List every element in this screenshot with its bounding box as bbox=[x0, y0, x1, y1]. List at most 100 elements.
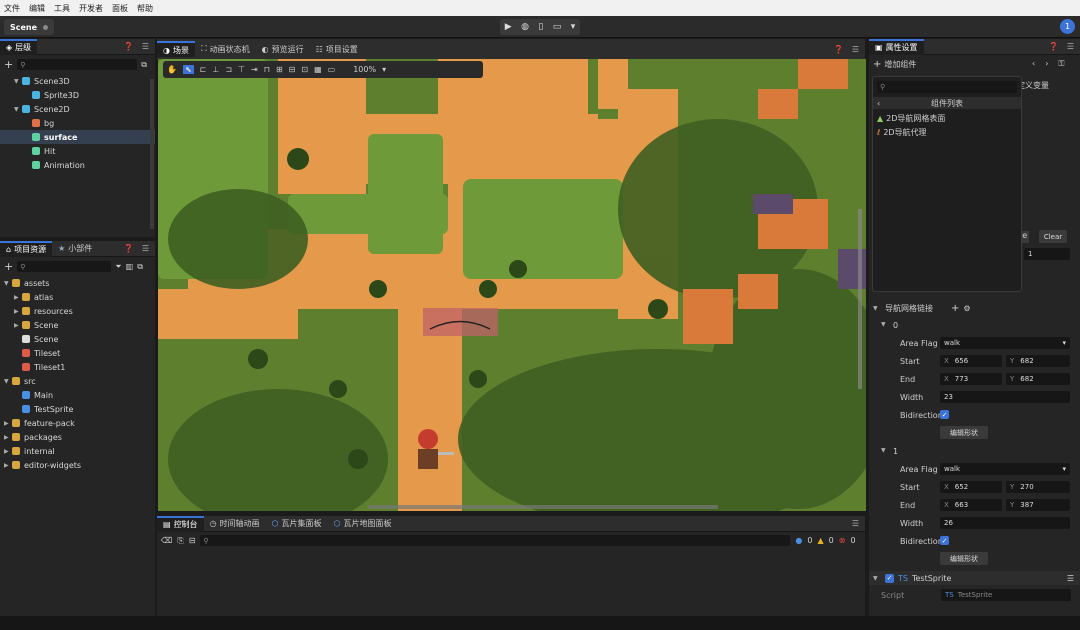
tab-animator[interactable]: ⛶ 动画状态机 bbox=[195, 41, 256, 57]
expand-arrow-icon[interactable]: ▶ bbox=[4, 420, 12, 427]
expand-arrow-icon[interactable]: ▼ bbox=[4, 378, 12, 385]
tab-widgets[interactable]: ★ 小部件 bbox=[52, 241, 98, 257]
tree-item[interactable]: Main bbox=[0, 388, 155, 402]
tree-item[interactable]: Tileset bbox=[0, 346, 155, 360]
phone-icon[interactable]: ▯ bbox=[538, 22, 543, 32]
start-y-field[interactable]: Y 270 bbox=[1006, 481, 1070, 493]
script-field[interactable]: TS TestSprite bbox=[941, 589, 1071, 601]
expand-arrow-icon[interactable]: ▶ bbox=[4, 462, 12, 469]
align-bottom-icon[interactable]: ⊓ bbox=[264, 65, 270, 74]
grid-icon[interactable]: ▦ bbox=[314, 65, 322, 74]
tab-hierarchy[interactable]: ◈ 层级 bbox=[0, 38, 38, 55]
back-icon[interactable]: ‹ bbox=[1032, 59, 1035, 69]
clear-icon[interactable]: ⌫ bbox=[161, 536, 172, 545]
distribute-v-icon[interactable]: ⊟ bbox=[289, 65, 296, 74]
viewport-scrollbar-h[interactable] bbox=[368, 505, 718, 509]
width-field[interactable]: 26 bbox=[940, 517, 1070, 529]
tab-project-assets[interactable]: ⌂ 项目资源 bbox=[0, 240, 53, 257]
expand-arrow-icon[interactable]: ▶ bbox=[14, 322, 22, 329]
tree-item[interactable]: ▶ atlas bbox=[0, 290, 155, 304]
notification-badge[interactable]: 1 bbox=[1060, 19, 1075, 34]
menu-item[interactable]: 编辑 bbox=[29, 3, 45, 14]
add-icon[interactable]: + bbox=[951, 303, 959, 314]
globe-icon[interactable]: ◍ bbox=[521, 22, 529, 32]
hierarchy-search[interactable]: ⚲ bbox=[17, 59, 138, 70]
tree-item[interactable]: surface bbox=[0, 130, 155, 144]
tab-preview[interactable]: ◐ 预览运行 bbox=[256, 41, 310, 57]
tab-scene[interactable]: ◑ 场景 bbox=[157, 41, 195, 57]
play-icon[interactable]: ▶ bbox=[505, 22, 512, 32]
tree-item[interactable]: ▶ internal bbox=[0, 444, 155, 458]
link-index-header[interactable]: ▼ 1 bbox=[881, 447, 898, 456]
add-icon[interactable]: + bbox=[4, 58, 13, 71]
console-search[interactable]: ⚲ bbox=[200, 535, 791, 546]
tree-item[interactable]: ▼ Scene2D bbox=[0, 102, 155, 116]
assets-search[interactable]: ⚲ bbox=[17, 261, 112, 272]
error-icon[interactable]: ⊗ bbox=[839, 536, 846, 545]
start-x-field[interactable]: X 652 bbox=[940, 481, 1002, 493]
lock-icon[interactable]: ⚿ bbox=[1058, 59, 1064, 69]
game-map[interactable] bbox=[158, 59, 866, 511]
tab-project-settings[interactable]: ☷ 项目设置 bbox=[310, 41, 364, 57]
menu-icon[interactable]: ☰ bbox=[852, 519, 859, 528]
end-y-field[interactable]: Y 387 bbox=[1006, 499, 1070, 511]
expand-arrow-icon[interactable]: ▶ bbox=[14, 308, 22, 315]
tree-item[interactable]: ▶ editor-widgets bbox=[0, 458, 155, 472]
clear-button[interactable]: Clear bbox=[1039, 230, 1067, 243]
help-icon[interactable]: ❓ bbox=[124, 42, 134, 51]
align-right-icon[interactable]: ⊐ bbox=[225, 65, 232, 74]
help-icon[interactable]: ❓ bbox=[1049, 42, 1059, 51]
tree-item[interactable]: Animation bbox=[0, 158, 155, 172]
menu-icon[interactable]: ☰ bbox=[142, 244, 149, 253]
select-tool-icon[interactable]: ⬉ bbox=[182, 65, 194, 74]
expand-arrow-icon[interactable]: ▶ bbox=[4, 448, 12, 455]
tree-item[interactable]: ▶ resources bbox=[0, 304, 155, 318]
chevron-down-icon[interactable]: ▾ bbox=[571, 22, 576, 32]
tab-timeline[interactable]: ◷ 时间轴动画 bbox=[204, 516, 266, 532]
value-field[interactable]: 1 bbox=[1024, 248, 1070, 260]
align-center-icon[interactable]: ⊥ bbox=[212, 65, 219, 74]
tab-inspector[interactable]: ▣ 属性设置 bbox=[869, 39, 924, 55]
edit-shape-button[interactable]: 编辑形状 bbox=[940, 426, 988, 439]
expand-arrow-icon[interactable]: ▶ bbox=[14, 294, 22, 301]
menu-icon[interactable]: ☰ bbox=[852, 45, 859, 54]
gear-icon[interactable]: ⚙ bbox=[963, 304, 970, 313]
popup-item-navmesh[interactable]: ▲ 2D导航网格表面 bbox=[877, 113, 945, 124]
chat-icon[interactable]: ▭ bbox=[328, 65, 336, 74]
tree-item[interactable]: Hit bbox=[0, 144, 155, 158]
width-field[interactable]: 23 bbox=[940, 391, 1070, 403]
layout-icon[interactable]: ▥ bbox=[126, 262, 134, 271]
area-flag-select[interactable]: walk ▾ bbox=[940, 337, 1070, 349]
end-x-field[interactable]: X 663 bbox=[940, 499, 1002, 511]
menu-item[interactable]: 面板 bbox=[112, 3, 128, 14]
tab-tileset[interactable]: ⬡ 瓦片集面板 bbox=[266, 516, 328, 532]
zoom-value[interactable]: 100% bbox=[353, 65, 376, 74]
copy-icon[interactable]: ⎘ bbox=[177, 536, 183, 546]
expand-arrow-icon[interactable]: ▼ bbox=[14, 78, 22, 85]
menu-icon[interactable]: ☰ bbox=[1067, 42, 1074, 51]
bidirectional-checkbox[interactable]: ✓ bbox=[940, 536, 949, 545]
filter-icon[interactable]: ⊟ bbox=[189, 536, 196, 545]
info-icon[interactable]: ● bbox=[795, 536, 802, 545]
tree-item[interactable]: TestSprite bbox=[0, 402, 155, 416]
scrollbar[interactable] bbox=[150, 79, 154, 229]
popup-item-navagent[interactable]: ℓ 2D导航代理 bbox=[877, 127, 927, 138]
warning-icon[interactable]: ▲ bbox=[818, 536, 824, 545]
tree-item[interactable]: ▼ src bbox=[0, 374, 155, 388]
hand-tool-icon[interactable]: ✋ bbox=[167, 65, 177, 74]
component-search[interactable]: ⚲ bbox=[877, 81, 1017, 93]
back-icon[interactable]: ‹ bbox=[877, 99, 880, 108]
menu-icon[interactable]: ☰ bbox=[142, 42, 149, 51]
tree-item[interactable]: ▶ packages bbox=[0, 430, 155, 444]
add-component-button[interactable]: + 增加组件 bbox=[873, 59, 916, 70]
script-component-header[interactable]: ▼ ✓ TS TestSprite ☰ bbox=[869, 571, 1080, 585]
tree-item[interactable]: Tileset1 bbox=[0, 360, 155, 374]
menu-icon[interactable]: ☰ bbox=[1067, 574, 1074, 583]
link-index-header[interactable]: ▼ 0 bbox=[881, 321, 898, 330]
tab-console[interactable]: ▤ 控制台 bbox=[157, 515, 204, 532]
end-y-field[interactable]: Y 682 bbox=[1006, 373, 1070, 385]
collapse-icon[interactable]: ⧉ bbox=[137, 262, 143, 272]
nav-links-header[interactable]: ▼ 导航网格链接 + ⚙ bbox=[873, 303, 971, 314]
edit-shape-button[interactable]: 编辑形状 bbox=[940, 552, 988, 565]
menu-item[interactable]: 帮助 bbox=[137, 3, 153, 14]
